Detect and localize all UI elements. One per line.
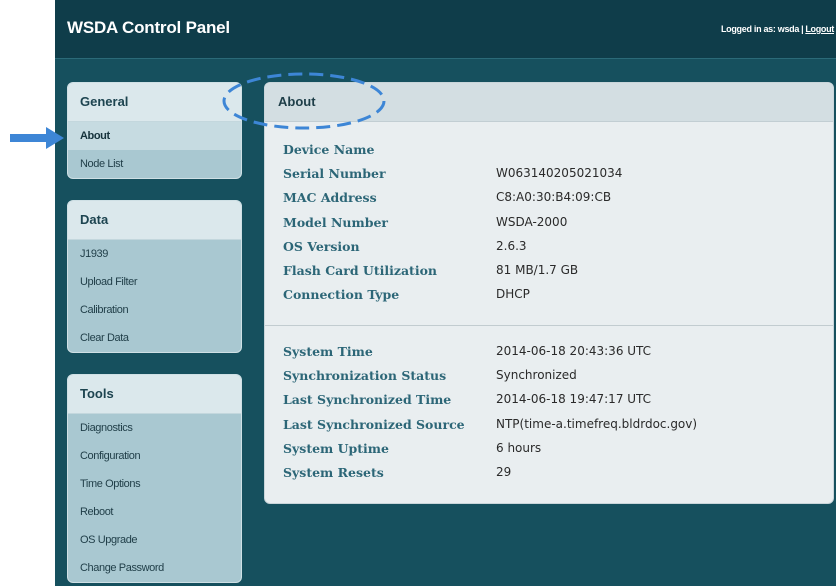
info-value: 2014-06-18 19:47:17 UTC [496, 392, 652, 407]
logged-in-text: Logged in as: wsda [720, 24, 800, 34]
tools-panel: Tools Diagnostics Configuration Time Opt… [67, 374, 242, 583]
login-info: Logged in as: wsda | Logout [721, 24, 834, 34]
sidebar-item-reboot[interactable]: Reboot [68, 498, 241, 526]
tools-panel-title: Tools [68, 375, 241, 414]
info-value: WSDA-2000 [496, 214, 568, 229]
info-label: System Time [283, 344, 373, 359]
data-panel-title: Data [68, 201, 241, 240]
info-row: MAC Address C8:A0:30:B4:09:CB [283, 186, 823, 210]
info-row: Last Synchronized Time 2014-06-18 19:47:… [283, 388, 823, 412]
section-divider [265, 325, 833, 326]
info-row: Synchronization Status Synchronized [283, 364, 823, 388]
info-row: OS Version 2.6.3 [283, 235, 823, 259]
highlight-ellipse-icon [222, 72, 386, 130]
info-row: System Resets 29 [283, 461, 823, 485]
info-row: Flash Card Utilization 81 MB/1.7 GB [283, 259, 823, 283]
data-panel: Data J1939 Upload Filter Calibration Cle… [67, 200, 242, 353]
info-label: OS Version [283, 238, 360, 254]
info-row: System Uptime 6 hours [283, 437, 823, 461]
info-value: 6 hours [496, 440, 542, 455]
logout-link[interactable]: Logout [805, 24, 834, 34]
sidebar-item-time-options[interactable]: Time Options [68, 470, 241, 498]
info-label: Flash Card Utilization [283, 262, 437, 278]
info-value: DHCP [496, 287, 530, 302]
info-row: Model Number WSDA-2000 [283, 211, 823, 235]
sidebar-item-change-password[interactable]: Change Password [68, 554, 241, 582]
info-label: Serial Number [283, 166, 386, 182]
info-label: MAC Address [283, 190, 377, 206]
about-panel: About Device Name Serial Number W0631402… [264, 82, 834, 504]
info-value: 29 [496, 464, 512, 479]
pointer-arrow-icon [10, 127, 64, 149]
info-row: Serial Number W063140205021034 [283, 162, 823, 186]
sidebar-item-os-upgrade[interactable]: OS Upgrade [68, 526, 241, 554]
sidebar-item-node-list[interactable]: Node List [68, 150, 241, 178]
info-label: System Resets [283, 464, 384, 480]
info-label: Model Number [283, 214, 388, 230]
info-value: C8:A0:30:B4:09:CB [496, 190, 612, 205]
sidebar-item-clear-data[interactable]: Clear Data [68, 324, 241, 352]
info-label: Synchronization Status [283, 368, 447, 384]
app-title: WSDA Control Panel [67, 18, 230, 37]
info-row: Connection Type DHCP [283, 283, 823, 307]
info-value: NTP(time-a.timefreq.bldrdoc.gov) [496, 416, 698, 431]
login-separator: | [801, 24, 804, 34]
info-label: Last Synchronized Source [283, 416, 465, 432]
info-label: Device Name [283, 142, 375, 157]
general-panel-title: General [68, 83, 241, 122]
info-row: Device Name [283, 138, 823, 162]
control-panel-app: WSDA Control Panel Logged in as: wsda | Lo… [55, 0, 836, 586]
device-info-table: Device Name Serial Number W0631402050210… [283, 138, 823, 307]
general-panel: General About Node List [67, 82, 242, 179]
info-value: 2014-06-18 20:43:36 UTC [496, 344, 652, 358]
info-row: System Time 2014-06-18 20:43:36 UTC [283, 340, 823, 364]
sidebar-item-configuration[interactable]: Configuration [68, 442, 241, 470]
info-label: Connection Type [283, 287, 400, 303]
top-bar: WSDA Control Panel Logged in as: wsda | Lo… [55, 0, 836, 59]
sidebar-item-j1939[interactable]: J1939 [68, 240, 241, 268]
info-row: Last Synchronized Source NTP(time-a.time… [283, 413, 823, 437]
sidebar-item-diagnostics[interactable]: Diagnostics [68, 414, 241, 442]
sidebar-item-upload-filter[interactable]: Upload Filter [68, 268, 241, 296]
info-label: System Uptime [283, 440, 389, 456]
info-label: Last Synchronized Time [283, 392, 452, 408]
info-value: Synchronized [496, 368, 577, 383]
sidebar-item-about[interactable]: About [68, 122, 241, 150]
info-value: 81 MB/1.7 GB [496, 262, 579, 277]
time-info-table: System Time 2014-06-18 20:43:36 UTC Sync… [283, 340, 823, 485]
info-value: W063140205021034 [496, 166, 623, 181]
sidebar-item-calibration[interactable]: Calibration [68, 296, 241, 324]
info-value: 2.6.3 [496, 238, 527, 253]
